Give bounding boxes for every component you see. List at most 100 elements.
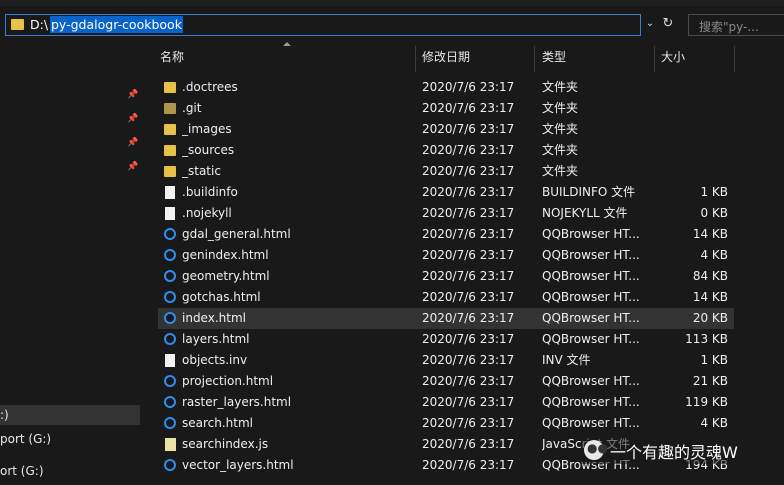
table-row[interactable]: raster_layers.html 2020/7/6 23:17 QQBrowse… bbox=[158, 392, 734, 413]
table-row[interactable]: .doctrees 2020/7/6 23:17 文件夹 bbox=[158, 77, 734, 98]
file-icon bbox=[165, 207, 175, 220]
file-name: index.html bbox=[182, 311, 246, 325]
file-size: 0 KB bbox=[700, 206, 728, 220]
file-name: .nojekyll bbox=[182, 206, 232, 220]
file-name: _sources bbox=[182, 143, 235, 157]
pin-icon[interactable]: 📌 bbox=[127, 162, 138, 174]
js-icon bbox=[165, 438, 176, 451]
folder-icon bbox=[164, 166, 176, 177]
file-name: .buildinfo bbox=[182, 185, 238, 199]
file-name: objects.inv bbox=[182, 353, 248, 367]
file-date: 2020/7/6 23:17 bbox=[422, 416, 515, 430]
file-type: QQBrowser HT... bbox=[542, 227, 640, 241]
file-name: geometry.html bbox=[182, 269, 270, 283]
search-input[interactable]: 搜索"py-... bbox=[688, 14, 784, 36]
refresh-icon[interactable]: ↻ bbox=[660, 16, 676, 34]
table-row[interactable]: .git 2020/7/6 23:17 文件夹 bbox=[158, 98, 734, 119]
column-divider[interactable] bbox=[415, 46, 416, 72]
qqbrowser-icon bbox=[164, 396, 176, 408]
file-date: 2020/7/6 23:17 bbox=[422, 437, 515, 451]
sort-ascending-icon bbox=[283, 42, 291, 46]
navigation-pane[interactable]: 📌 📌 📌 📌 :) port (G:) ort (G:) bbox=[0, 42, 140, 485]
column-divider[interactable] bbox=[654, 46, 655, 72]
file-date: 2020/7/6 23:17 bbox=[422, 227, 515, 241]
folder-icon bbox=[11, 19, 24, 30]
file-date: 2020/7/6 23:17 bbox=[422, 122, 515, 136]
table-row[interactable]: index.html 2020/7/6 23:17 QQBrowser HT... 2… bbox=[158, 308, 734, 329]
table-row[interactable]: projection.html 2020/7/6 23:17 QQBrowser H… bbox=[158, 371, 734, 392]
qqbrowser-icon bbox=[164, 312, 176, 324]
file-size: 84 KB bbox=[692, 269, 728, 283]
table-row[interactable]: objects.inv 2020/7/6 23:17 INV 文件 1 KB bbox=[158, 350, 734, 371]
nav-item-drive-g[interactable]: port (G:) bbox=[0, 429, 140, 449]
file-size: 1 KB bbox=[700, 185, 728, 199]
file-date: 2020/7/6 23:17 bbox=[422, 80, 515, 94]
file-name: _images bbox=[182, 122, 232, 136]
nav-item-drive-g-2[interactable]: ort (G:) bbox=[0, 461, 140, 481]
file-date: 2020/7/6 23:17 bbox=[422, 374, 515, 388]
folder-icon bbox=[164, 145, 176, 156]
file-type: QQBrowser HT... bbox=[542, 269, 640, 283]
table-row[interactable]: layers.html 2020/7/6 23:17 QQBrowser HT...… bbox=[158, 329, 734, 350]
file-type: QQBrowser HT... bbox=[542, 374, 640, 388]
file-type: 文件夹 bbox=[542, 80, 579, 94]
file-type: 文件夹 bbox=[542, 143, 579, 157]
file-type: 文件夹 bbox=[542, 101, 579, 115]
address-dropdown-icon[interactable]: ⌄ bbox=[644, 18, 656, 32]
file-size: 14 KB bbox=[692, 290, 728, 304]
address-path-selected[interactable]: py-gdalogr-cookbook bbox=[50, 16, 183, 33]
column-date[interactable]: 修改日期 bbox=[422, 42, 470, 72]
file-name: .doctrees bbox=[182, 80, 238, 94]
file-type: QQBrowser HT... bbox=[542, 311, 640, 325]
wechat-icon: ●● bbox=[584, 440, 608, 460]
column-type[interactable]: 类型 bbox=[542, 42, 566, 72]
file-date: 2020/7/6 23:17 bbox=[422, 185, 515, 199]
file-date: 2020/7/6 23:17 bbox=[422, 353, 515, 367]
table-row[interactable]: _static 2020/7/6 23:17 文件夹 bbox=[158, 161, 734, 182]
column-header: 名称 修改日期 类型 大小 bbox=[140, 42, 784, 72]
file-size: 21 KB bbox=[692, 374, 728, 388]
table-row[interactable]: gotchas.html 2020/7/6 23:17 QQBrowser HT..… bbox=[158, 287, 734, 308]
file-type: QQBrowser HT... bbox=[542, 332, 640, 346]
file-type: NOJEKYLL 文件 bbox=[542, 206, 628, 220]
qqbrowser-icon bbox=[164, 291, 176, 303]
file-type: QQBrowser HT... bbox=[542, 395, 640, 409]
column-size[interactable]: 大小 bbox=[661, 42, 685, 72]
table-row[interactable]: _sources 2020/7/6 23:17 文件夹 bbox=[158, 140, 734, 161]
address-drive: D:\ bbox=[30, 17, 49, 32]
file-type: 文件夹 bbox=[542, 164, 579, 178]
file-date: 2020/7/6 23:17 bbox=[422, 332, 515, 346]
file-name: searchindex.js bbox=[182, 437, 269, 451]
pin-icon[interactable]: 📌 bbox=[127, 90, 138, 102]
qqbrowser-icon bbox=[164, 249, 176, 261]
file-size: 20 KB bbox=[692, 311, 728, 325]
table-row[interactable]: search.html 2020/7/6 23:17 QQBrowser HT...… bbox=[158, 413, 734, 434]
folder-dim-icon bbox=[164, 103, 176, 114]
table-row[interactable]: .nojekyll 2020/7/6 23:17 NOJEKYLL 文件 0 KB bbox=[158, 203, 734, 224]
toolbar-strip bbox=[0, 0, 784, 6]
qqbrowser-icon bbox=[164, 333, 176, 345]
file-list[interactable]: .doctrees 2020/7/6 23:17 文件夹 .git 2020/7/6 2… bbox=[158, 77, 734, 476]
qqbrowser-icon bbox=[164, 228, 176, 240]
nav-item-drive[interactable]: :) bbox=[0, 405, 140, 425]
table-row[interactable]: gdal_general.html 2020/7/6 23:17 QQBrowser… bbox=[158, 224, 734, 245]
file-name: .git bbox=[182, 101, 202, 115]
column-name[interactable]: 名称 bbox=[160, 42, 184, 72]
search-placeholder: 搜索"py-... bbox=[699, 20, 759, 34]
table-row[interactable]: geometry.html 2020/7/6 23:17 QQBrowser HT.… bbox=[158, 266, 734, 287]
file-type: QQBrowser HT... bbox=[542, 416, 640, 430]
pin-icon[interactable]: 📌 bbox=[127, 138, 138, 150]
file-date: 2020/7/6 23:17 bbox=[422, 101, 515, 115]
table-row[interactable]: genindex.html 2020/7/6 23:17 QQBrowser HT.… bbox=[158, 245, 734, 266]
column-divider[interactable] bbox=[734, 46, 735, 72]
file-type: QQBrowser HT... bbox=[542, 248, 640, 262]
address-bar[interactable]: D:\ py-gdalogr-cookbook bbox=[5, 14, 641, 36]
file-icon bbox=[165, 354, 175, 367]
pin-icon[interactable]: 📌 bbox=[127, 114, 138, 126]
file-name: _static bbox=[182, 164, 221, 178]
table-row[interactable]: _images 2020/7/6 23:17 文件夹 bbox=[158, 119, 734, 140]
file-name: projection.html bbox=[182, 374, 274, 388]
table-row[interactable]: .buildinfo 2020/7/6 23:17 BUILDINFO 文件 1 KB bbox=[158, 182, 734, 203]
column-divider[interactable] bbox=[534, 46, 535, 72]
file-size: 1 KB bbox=[700, 353, 728, 367]
